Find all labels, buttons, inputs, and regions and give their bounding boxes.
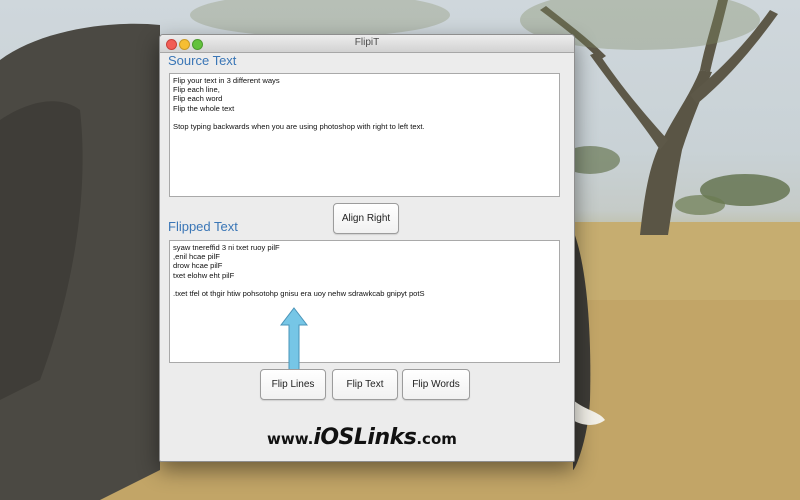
watermark-brand: iOSLinks: [313, 425, 417, 450]
flip-words-button[interactable]: Flip Words: [402, 369, 470, 400]
iosLinks-watermark: www.iOSLinks.com: [267, 425, 457, 450]
flipped-text-area[interactable]: syaw tnereffid 3 ni txet ruoy pilF ,enil…: [169, 240, 560, 363]
window-title: FlipiT: [354, 37, 380, 48]
watermark-suffix: .com: [416, 430, 457, 448]
flip-lines-button[interactable]: Flip Lines: [260, 369, 326, 400]
align-right-button[interactable]: Align Right: [333, 203, 399, 234]
watermark-prefix: www.: [267, 430, 314, 448]
flip-text-button[interactable]: Flip Text: [332, 369, 398, 400]
source-text-label: Source Text: [168, 53, 237, 68]
window-titlebar[interactable]: FlipiT: [160, 35, 574, 53]
source-text-area[interactable]: Flip your text in 3 different ways Flip …: [169, 73, 560, 197]
flipped-text-label: Flipped Text: [168, 219, 238, 234]
app-window: FlipiT Source Text Flip your text in 3 d…: [159, 34, 575, 462]
